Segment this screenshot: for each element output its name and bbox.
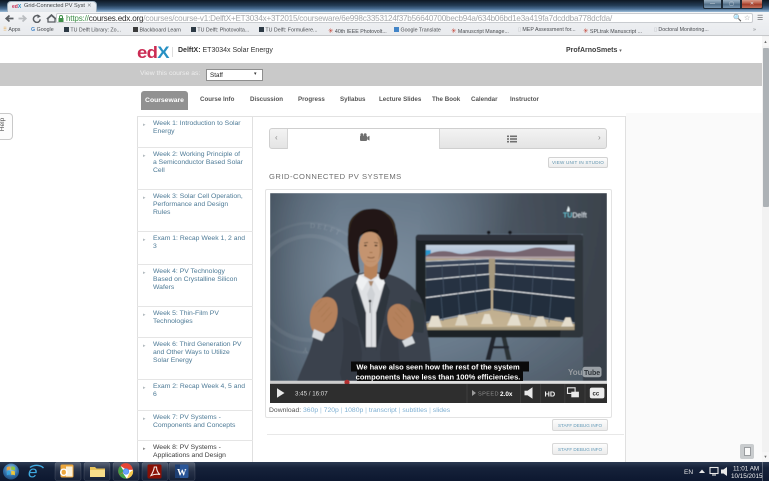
svg-text:HD: HD — [545, 389, 556, 398]
svg-text:TUDelft: TUDelft — [563, 213, 587, 220]
svg-text:2.0x: 2.0x — [500, 391, 513, 398]
svg-text:SPEED: SPEED — [478, 392, 499, 398]
svg-text:3:45 / 16:07: 3:45 / 16:07 — [295, 391, 328, 398]
svg-text:Tube: Tube — [584, 370, 600, 377]
svg-text:O: O — [60, 467, 69, 479]
svg-text:EN: EN — [684, 469, 693, 476]
svg-text:W: W — [177, 469, 187, 479]
svg-text:components have less than 100%: components have less than 100% efficienc… — [356, 373, 521, 382]
svg-text:cc: cc — [593, 392, 600, 398]
svg-text:You: You — [568, 368, 583, 377]
svg-text:11:01 AM: 11:01 AM — [733, 466, 759, 473]
svg-text:We have also seen how the rest: We have also seen how the rest of the sy… — [356, 363, 520, 372]
svg-text:10/15/2015: 10/15/2015 — [731, 473, 763, 480]
